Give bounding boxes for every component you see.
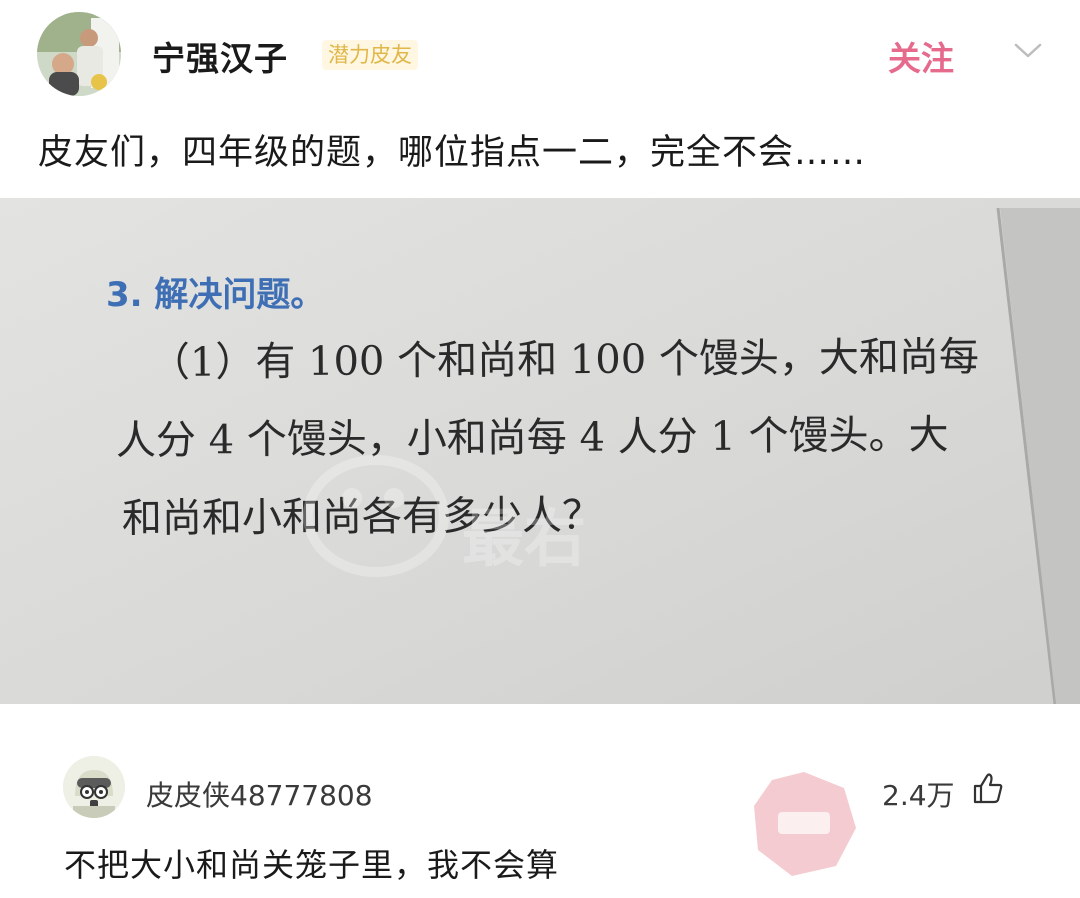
chevron-down-icon[interactable] (1012, 38, 1044, 62)
author-avatar[interactable] (37, 12, 121, 96)
post-header: 宁强汉子 潜力皮友 关注 (0, 0, 1080, 112)
photo-heading: 3. 解决问题。 (106, 275, 324, 315)
comment: 皮皮侠48777808 2.4万 不把大小和尚关笼子里，我不会算 (0, 740, 1080, 898)
textbook-photo: 3. 解决问题。 （1）有 100 个和尚和 100 个馒头，大和尚每 人分 4… (0, 198, 1080, 704)
author-name[interactable]: 宁强汉子 (152, 32, 288, 80)
sticker-icon (754, 772, 856, 876)
watermark-text: 最右 (462, 502, 586, 575)
post-page: 宁强汉子 潜力皮友 关注 皮友们，四年级的题，哪位指点一二，完全不会…… 3. … (0, 0, 1080, 898)
comment-avatar[interactable] (63, 756, 125, 818)
author-badge: 潜力皮友 (322, 40, 418, 70)
photo-line-1: （1）有 100 个和尚和 100 个馒头，大和尚每 (150, 334, 979, 386)
comment-text: 不把大小和尚关笼子里，我不会算 (64, 846, 560, 884)
photo-line-2: 人分 4 个馒头，小和尚每 4 人分 1 个馒头。大 (116, 412, 949, 464)
thumbs-up-icon[interactable] (970, 770, 1006, 806)
post-image[interactable]: 3. 解决问题。 （1）有 100 个和尚和 100 个馒头，大和尚每 人分 4… (0, 198, 1080, 704)
avatar-photo-icon (37, 12, 121, 96)
comment-author[interactable]: 皮皮侠48777808 (146, 774, 373, 814)
post-text: 皮友们，四年级的题，哪位指点一二，完全不会…… (38, 133, 867, 173)
follow-button[interactable]: 关注 (888, 32, 954, 80)
like-count: 2.4万 (882, 779, 955, 812)
cartoon-avatar-icon (63, 756, 125, 818)
